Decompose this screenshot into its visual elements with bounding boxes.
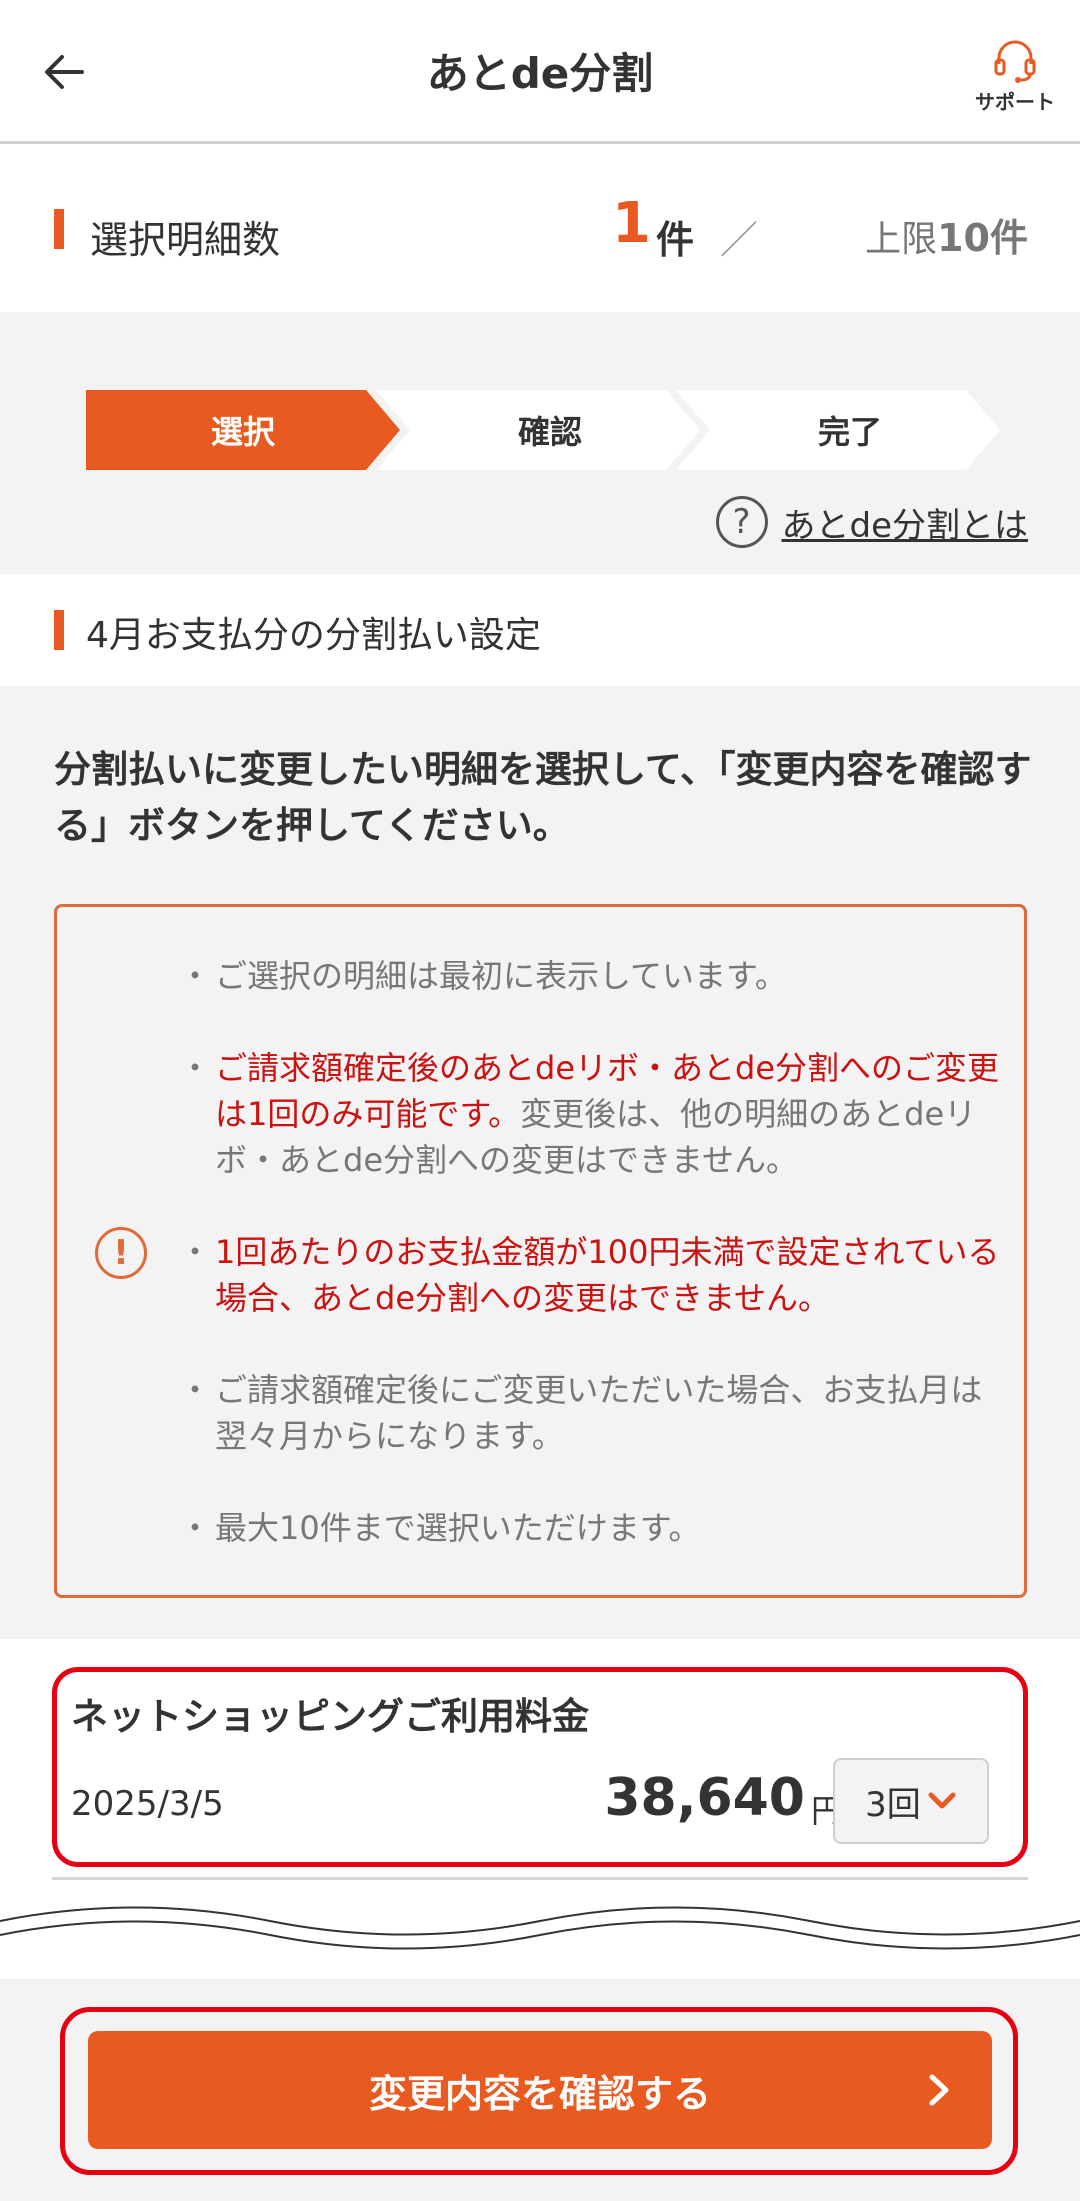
selection-limit-value: 10件 (937, 216, 1028, 260)
chevron-down-icon (928, 1792, 956, 1809)
step-confirm: 確認 (376, 390, 700, 470)
notice-text: 最大10件まで選択いただけます。 (215, 1509, 701, 1547)
confirm-changes-button[interactable]: 変更内容を確認する (88, 2031, 992, 2149)
notice-item: 1回あたりのお支払金額が100円未満で設定されている場合、あとde分割への変更は… (179, 1229, 1001, 1321)
about-link[interactable]: ? あとde分割とは (715, 494, 1029, 550)
section-title: 4月お支払分の分割払い設定 (86, 615, 541, 656)
notice-list: ご選択の明細は最初に表示しています。 ご請求額確定後のあとdeリボ・あとde分割… (179, 953, 1001, 1551)
statement-card[interactable]: ネットショッピングご利用料金 2025/3/5 38,640 円 3回 (52, 1667, 1028, 1867)
headset-icon (994, 40, 1036, 83)
steps-area: 選択 確認 完了 ? あとde分割とは (0, 312, 1080, 574)
selection-count-label: 選択明細数 (90, 218, 281, 262)
selection-limit: 上限10件 (865, 207, 1028, 262)
selection-count-unit: 件 (656, 218, 695, 262)
statement-list: ネットショッピングご利用料金 2025/3/5 38,640 円 3回 (0, 1639, 1080, 1979)
notice-text: ご請求額確定後にご変更いただいた場合、お支払月は翌々月からになります。 (215, 1371, 983, 1455)
statement-amount: 38,640 (604, 1768, 805, 1828)
app-header: あとde分割 サポート (0, 0, 1080, 144)
support-label: サポート (975, 90, 1055, 114)
about-link-text: あとde分割とは (781, 505, 1029, 546)
list-cut-decoration (0, 1906, 1080, 1950)
progress-steps: 選択 確認 完了 (86, 390, 1000, 470)
notice-warning-text: 1回あたりのお支払金額が100円未満で設定されている場合、あとde分割への変更は… (215, 1233, 1000, 1317)
confirm-button-label: 変更内容を確認する (368, 2071, 711, 2116)
selection-count-value: 1 (612, 191, 651, 256)
main-content: 分割払いに変更したい明細を選択して、「変更内容を確認する」ボタンを押してください… (0, 686, 1080, 1639)
notice-item: ご請求額確定後にご変更いただいた場合、お支払月は翌々月からになります。 (179, 1367, 1001, 1459)
accent-bar (54, 610, 64, 650)
selection-limit-prefix: 上限 (865, 219, 938, 260)
selection-count-slash: ／ (720, 218, 759, 262)
step-complete: 完了 (676, 390, 1000, 470)
notice-text: ご選択の明細は最初に表示しています。 (215, 957, 787, 995)
instruction-text: 分割払いに変更したい明細を選択して、「変更内容を確認する」ボタンを押してください… (54, 748, 1032, 847)
page-title: あとde分割 (426, 49, 654, 98)
statement-date: 2025/3/5 (71, 1784, 224, 1824)
statement-name: ネットショッピングご利用料金 (71, 1695, 589, 1738)
support-button[interactable]: サポート (970, 36, 1060, 115)
installment-select[interactable]: 3回 (833, 1758, 989, 1844)
selection-count-bar: 選択明細数 1 件 ／ 上限10件 (0, 147, 1080, 312)
step-select: 選択 (86, 390, 400, 470)
section-header: 4月お支払分の分割払い設定 (0, 574, 1080, 686)
question-icon: ? (715, 496, 768, 548)
notice-item: ご選択の明細は最初に表示しています。 (179, 953, 1001, 999)
installment-value: 3回 (865, 1784, 921, 1825)
exclamation-icon: ! (95, 1227, 147, 1279)
divider (52, 1877, 1028, 1880)
chevron-right-icon (929, 2074, 949, 2106)
notice-box: ! ご選択の明細は最初に表示しています。 ご請求額確定後のあとdeリボ・あとde… (54, 904, 1027, 1598)
notice-item: 最大10件まで選択いただけます。 (179, 1505, 1001, 1551)
notice-item: ご請求額確定後のあとdeリボ・あとde分割へのご変更は1回のみ可能です。変更後は… (179, 1045, 1001, 1183)
accent-bar (54, 209, 64, 249)
footer: 変更内容を確認する (0, 1979, 1080, 2201)
